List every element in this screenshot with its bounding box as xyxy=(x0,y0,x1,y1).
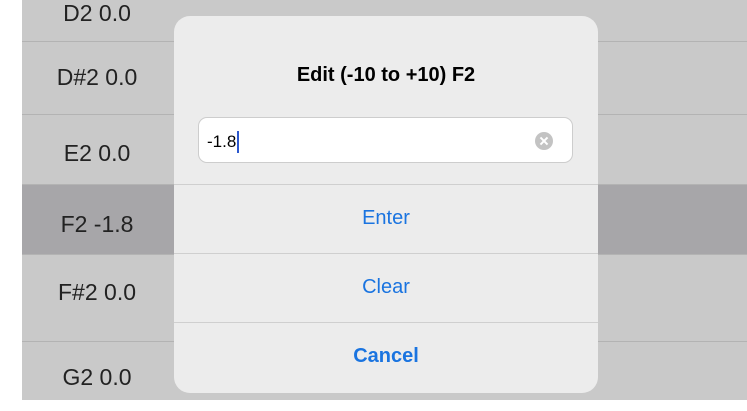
clear-button-label: Clear xyxy=(362,276,410,298)
cancel-button-label: Cancel xyxy=(353,345,419,367)
value-input[interactable]: -1.8 xyxy=(198,117,573,163)
value-input-text: -1.8 xyxy=(207,131,240,153)
list-row-label: F2 -1.8 xyxy=(60,211,134,237)
enter-button[interactable]: Enter xyxy=(174,184,598,253)
list-row-label: G2 0.0 xyxy=(62,364,132,390)
cancel-button[interactable]: Cancel xyxy=(174,322,598,391)
list-row-label: F#2 0.0 xyxy=(58,279,136,305)
clear-button[interactable]: Clear xyxy=(174,253,598,322)
list-row-label: D2 0.0 xyxy=(63,0,131,26)
list-row-label: D#2 0.0 xyxy=(56,64,138,90)
text-caret xyxy=(237,131,240,153)
clear-text-icon[interactable] xyxy=(535,132,553,150)
enter-button-label: Enter xyxy=(362,207,410,229)
value-input-value: -1.8 xyxy=(207,132,237,151)
edit-dialog: Edit (-10 to +10) F2 -1.8 Enter Clear Ca… xyxy=(174,16,598,393)
list-row-label: E2 0.0 xyxy=(63,140,131,166)
dialog-title: Edit (-10 to +10) F2 xyxy=(296,64,476,86)
